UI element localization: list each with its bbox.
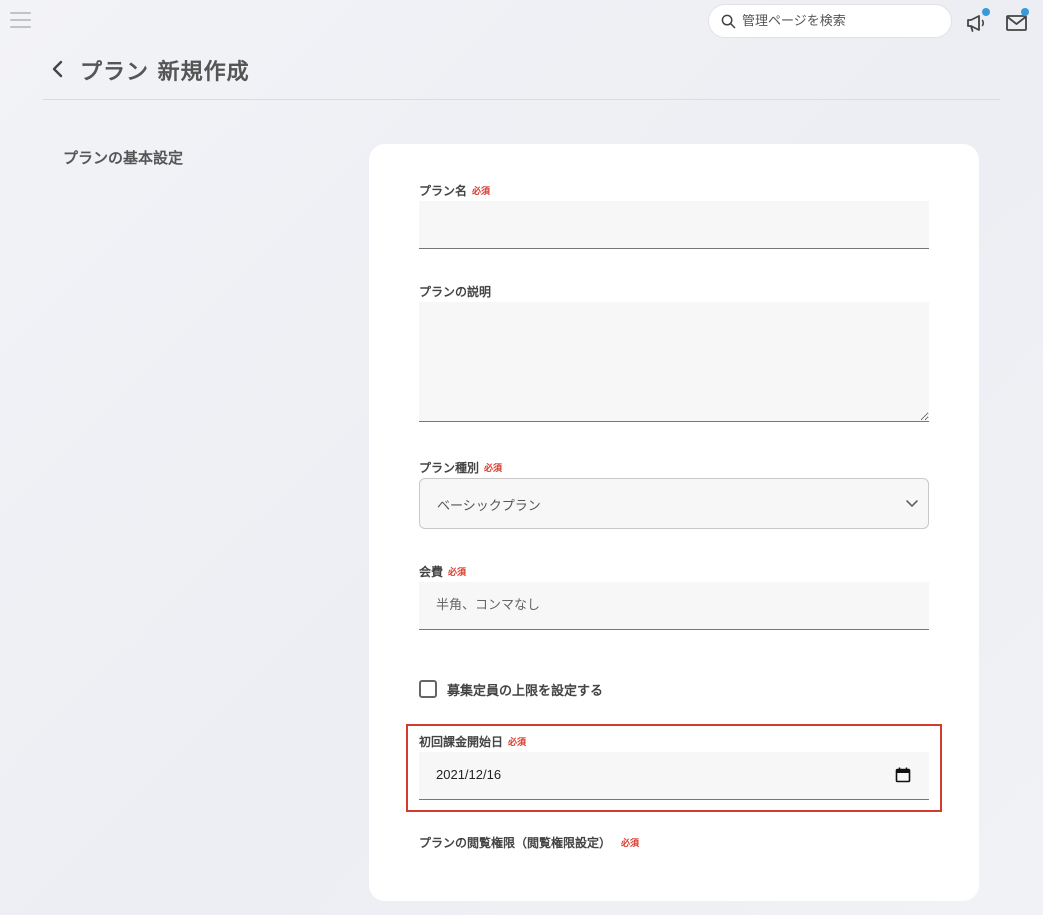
announcements-button[interactable]: [965, 8, 990, 39]
plan-type-select[interactable]: ベーシックプラン: [419, 478, 929, 529]
required-badge: 必須: [621, 839, 640, 849]
search-input[interactable]: [742, 13, 932, 29]
plan-type-label: プラン種別 必須: [419, 459, 502, 476]
plan-type-selected: ベーシックプラン: [437, 499, 541, 514]
plan-name-label-text: プラン名: [419, 184, 468, 198]
plan-name-input[interactable]: [419, 201, 929, 249]
notification-dot: [1021, 8, 1029, 16]
chevron-left-icon[interactable]: [48, 58, 68, 80]
notification-dot: [982, 8, 990, 16]
access-label-text: プランの閲覧権限（閲覧権限設定）: [419, 836, 612, 850]
fee-label-text: 会費: [419, 565, 444, 579]
section-title: プランの基本設定: [63, 149, 184, 167]
header-divider: [43, 99, 1000, 100]
required-badge: 必須: [472, 187, 491, 197]
start-date-highlight: [406, 724, 942, 812]
description-textarea[interactable]: [419, 302, 929, 422]
required-badge: 必須: [448, 568, 467, 578]
plan-name-label: プラン名 必須: [419, 182, 490, 199]
required-badge: 必須: [484, 464, 503, 474]
fee-label: 会費 必須: [419, 563, 466, 580]
search-icon: [721, 14, 736, 28]
capacity-limit-label[interactable]: 募集定員の上限を設定する: [447, 680, 603, 699]
description-label: プランの説明: [419, 285, 492, 299]
menu-icon[interactable]: [10, 11, 31, 29]
page-title: プラン 新規作成: [80, 60, 250, 85]
messages-button[interactable]: [1005, 8, 1029, 39]
access-label: プランの閲覧権限（閲覧権限設定） 必須: [419, 834, 639, 851]
capacity-limit-checkbox[interactable]: [419, 680, 437, 698]
plan-type-label-text: プラン種別: [419, 461, 480, 475]
fee-input[interactable]: [419, 582, 929, 630]
chevron-down-icon: [906, 500, 918, 507]
search-box[interactable]: [708, 4, 952, 38]
